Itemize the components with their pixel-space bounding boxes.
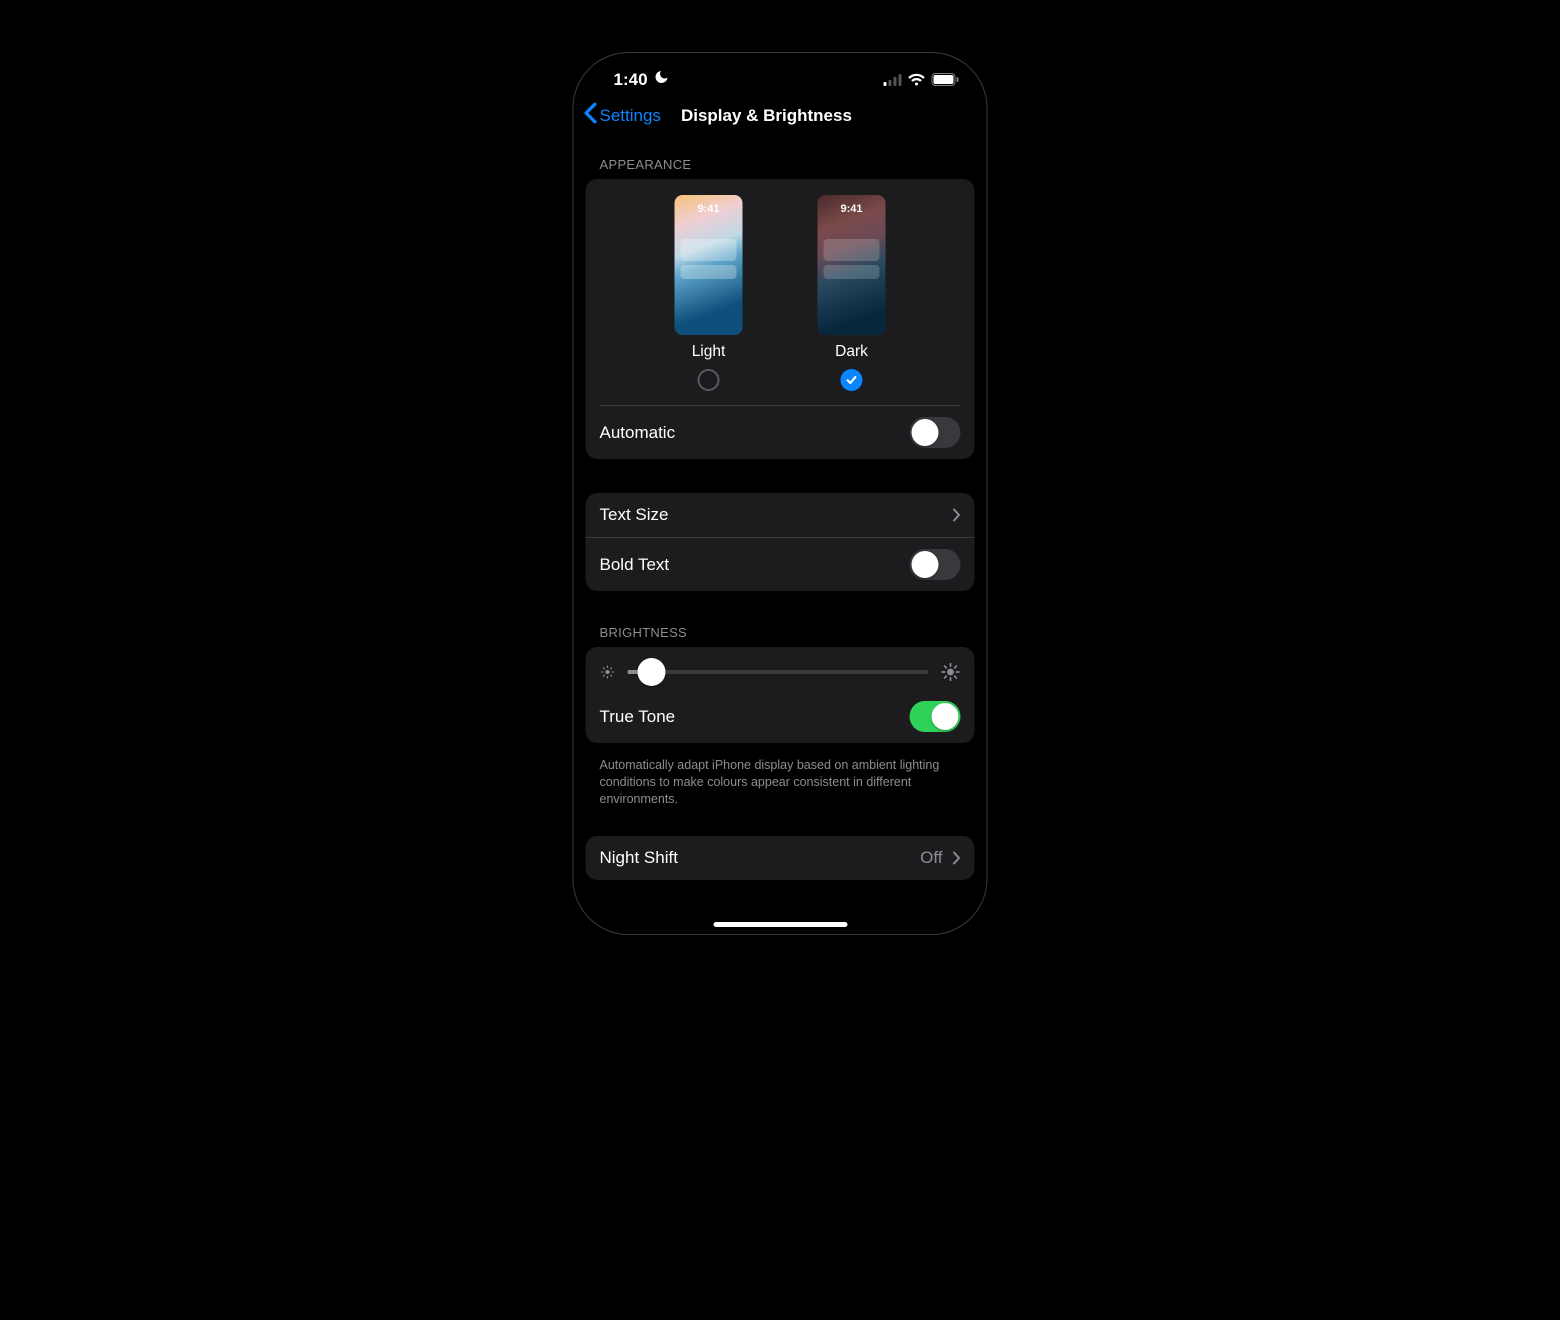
appearance-option-light[interactable]: 9:41 Light: [675, 195, 743, 391]
phone-frame: 1:40: [573, 52, 988, 935]
night-shift-label: Night Shift: [600, 848, 678, 868]
appearance-previews-row: 9:41 Light 9:41 D: [586, 179, 975, 406]
night-shift-row[interactable]: Night Shift Off: [586, 836, 975, 880]
back-button[interactable]: Settings: [584, 102, 661, 129]
chevron-left-icon: [584, 102, 598, 129]
page-title: Display & Brightness: [681, 106, 852, 126]
status-time: 1:40: [614, 70, 648, 90]
home-indicator: [713, 922, 847, 927]
light-radio[interactable]: [698, 369, 720, 391]
light-label: Light: [692, 343, 726, 361]
nav-bar: Settings Display & Brightness: [574, 94, 987, 135]
back-label: Settings: [600, 106, 661, 126]
appearance-header: APPEARANCE: [586, 157, 975, 179]
wifi-icon: [908, 73, 926, 86]
brightness-header: BRIGHTNESS: [586, 625, 975, 647]
true-tone-toggle[interactable]: [910, 701, 961, 732]
appearance-group: 9:41 Light 9:41 D: [586, 179, 975, 459]
dark-preview-thumbnail: 9:41: [818, 195, 886, 335]
automatic-label: Automatic: [600, 423, 676, 443]
sun-max-icon: [941, 662, 961, 682]
status-bar: 1:40: [574, 53, 987, 94]
true-tone-footer: Automatically adapt iPhone display based…: [586, 751, 975, 808]
content: APPEARANCE 9:41 Light: [574, 135, 987, 880]
brightness-slider-row: [586, 647, 975, 690]
moon-icon: [654, 69, 670, 90]
night-shift-value: Off: [920, 848, 942, 868]
brightness-slider[interactable]: [628, 658, 929, 686]
automatic-toggle[interactable]: [910, 417, 961, 448]
bold-text-toggle[interactable]: [910, 549, 961, 580]
true-tone-row: True Tone: [586, 690, 975, 743]
chevron-right-icon: [953, 508, 961, 522]
dark-label: Dark: [835, 343, 868, 361]
preview-clock: 9:41: [818, 203, 886, 215]
automatic-row: Automatic: [586, 406, 975, 459]
battery-icon: [932, 73, 959, 86]
true-tone-label: True Tone: [600, 707, 676, 727]
bold-text-row: Bold Text: [586, 537, 975, 591]
chevron-right-icon: [953, 851, 961, 865]
light-preview-thumbnail: 9:41: [675, 195, 743, 335]
text-group: Text Size Bold Text: [586, 493, 975, 591]
sun-min-icon: [600, 664, 616, 680]
night-shift-group: Night Shift Off: [586, 836, 975, 880]
preview-clock: 9:41: [675, 203, 743, 215]
cellular-icon: [884, 74, 902, 86]
brightness-group: True Tone: [586, 647, 975, 743]
bold-text-label: Bold Text: [600, 555, 670, 575]
appearance-option-dark[interactable]: 9:41 Dark: [818, 195, 886, 391]
text-size-label: Text Size: [600, 505, 669, 525]
dark-radio[interactable]: [841, 369, 863, 391]
text-size-row[interactable]: Text Size: [586, 493, 975, 537]
